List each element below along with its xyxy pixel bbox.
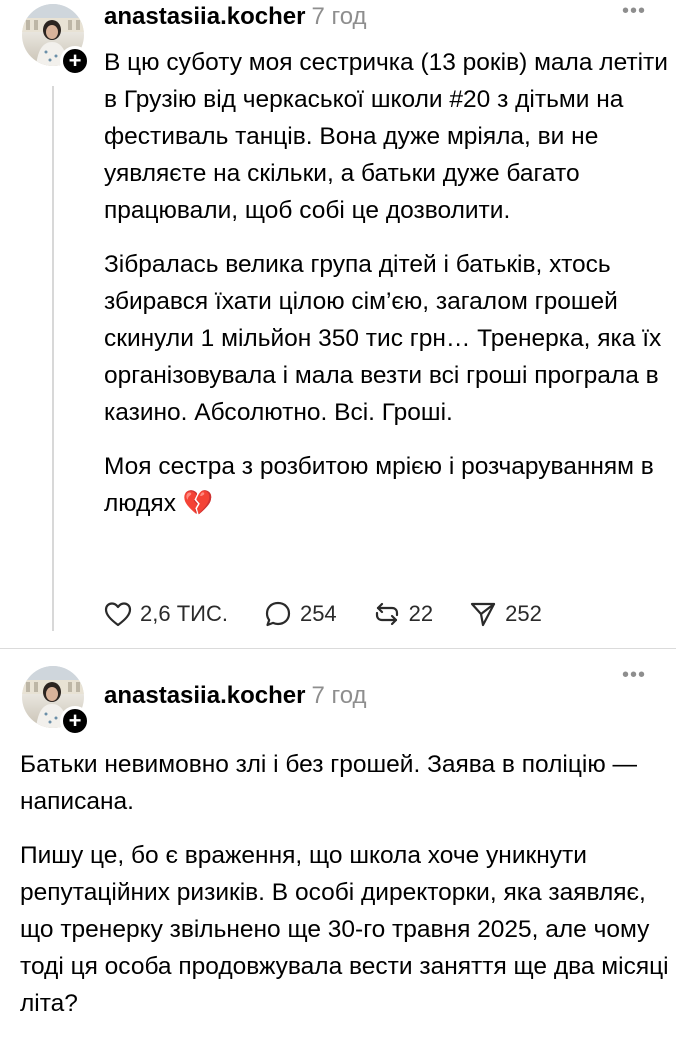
share-count: 252	[505, 601, 542, 626]
thread-connector-line	[52, 86, 54, 631]
post-header: anastasiia.kocher 7 год	[104, 682, 367, 710]
repost-count: 22	[408, 601, 434, 626]
post-actions: 2,6 ТИС. 254 22 252	[104, 597, 578, 631]
plus-icon[interactable]: +	[60, 706, 90, 736]
username[interactable]: anastasiia.kocher	[104, 682, 305, 709]
repost-button[interactable]: 22	[373, 600, 433, 628]
post-paragraph: Моя сестра з розбитою мрією і розчаруван…	[104, 448, 670, 522]
broken-heart-emoji: 💔	[182, 490, 214, 517]
share-button[interactable]: 252	[469, 600, 542, 628]
more-icon[interactable]: •••	[622, 1, 646, 21]
like-count: 2,6 ТИС.	[140, 601, 228, 626]
repost-icon	[375, 602, 398, 626]
username[interactable]: anastasiia.kocher	[104, 3, 305, 30]
post-paragraph: Батьки невимовно злі і без грошей. Заява…	[20, 751, 638, 815]
post-time: 7 год	[311, 682, 367, 709]
reply-count: 254	[299, 601, 337, 626]
post-paragraph: Зібралась велика група дітей і батьків, …	[104, 251, 662, 426]
plus-icon[interactable]: +	[60, 46, 90, 76]
comment-icon	[265, 601, 291, 627]
share-icon	[471, 602, 496, 627]
like-button[interactable]: 2,6 ТИС.	[104, 601, 228, 627]
reply-button[interactable]: 254	[264, 600, 337, 628]
post-time: 7 год	[311, 3, 367, 30]
post-header: anastasiia.kocher 7 год	[104, 3, 367, 31]
post-body: Батьки невимовно злі і без грошей. Заява…	[20, 746, 670, 1039]
thread-post: + anastasiia.kocher 7 год ••• В цю суботу…	[0, 0, 676, 645]
post-divider	[0, 648, 676, 649]
more-icon[interactable]: •••	[622, 665, 646, 685]
post-paragraph: Пишу це, бо є враження, що школа хоче ун…	[20, 842, 669, 1017]
post-paragraph: В цю суботу моя сестричка (13 років) мал…	[104, 49, 668, 224]
thread-post: + anastasiia.kocher 7 год ••• Батьки неви…	[0, 660, 676, 1024]
heart-icon	[104, 602, 132, 627]
post-body: В цю суботу моя сестричка (13 років) мал…	[104, 44, 670, 539]
